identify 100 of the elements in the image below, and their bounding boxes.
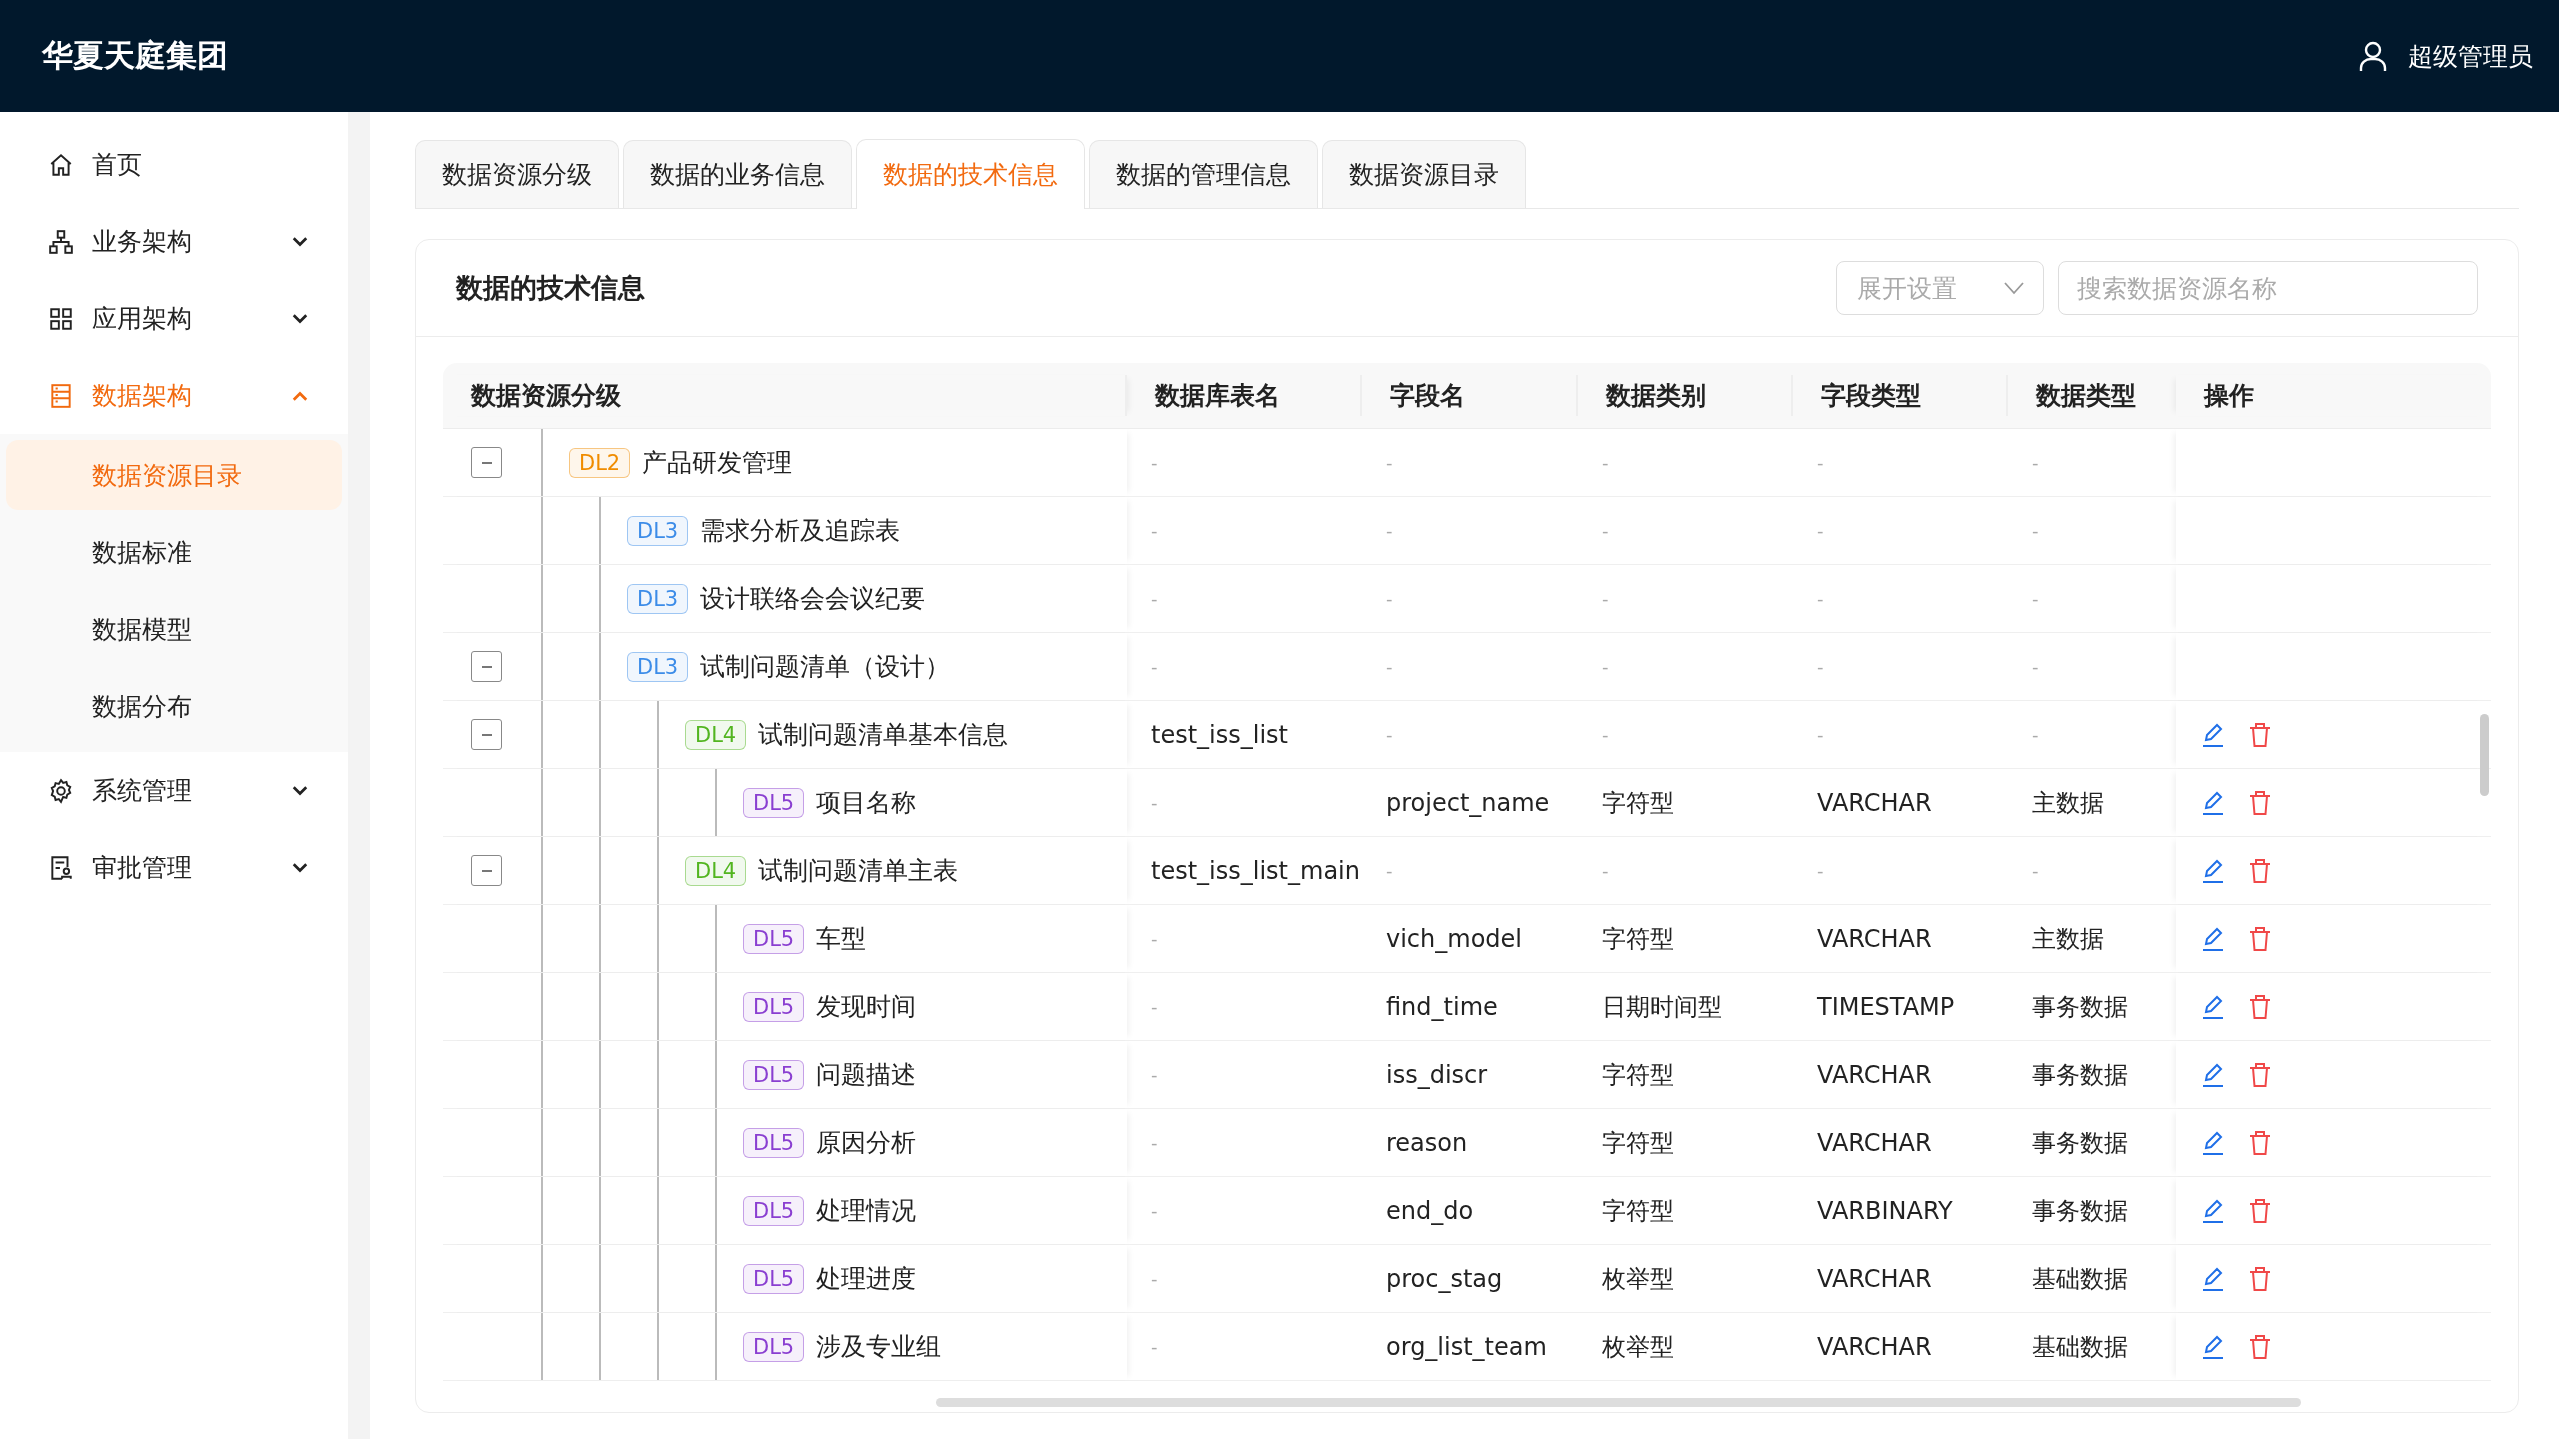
table-name-cell-text: - <box>1150 519 1159 543</box>
tab[interactable]: 数据的管理信息 <box>1089 140 1318 208</box>
level-tag: DL3 <box>627 515 689 546</box>
data-category-cell-text: 字符型 <box>1601 787 1675 819</box>
field-type-cell-text: VARCHAR <box>1816 1059 1933 1091</box>
edit-icon[interactable] <box>2200 993 2226 1020</box>
delete-icon[interactable] <box>2248 857 2272 884</box>
field-name-cell-text: - <box>1385 859 1394 883</box>
delete-icon[interactable] <box>2248 1061 2272 1088</box>
level-tag: DL5 <box>743 1195 805 1226</box>
column-header: 数据类型 <box>2035 380 2137 412</box>
tab[interactable]: 数据的业务信息 <box>623 140 852 208</box>
nav-item[interactable]: 首页 <box>0 126 348 203</box>
resource-name: 涉及专业组 <box>816 1331 942 1363</box>
level-tag: DL4 <box>685 855 747 886</box>
level-tag: DL5 <box>743 991 805 1022</box>
resource-name: 原因分析 <box>816 1127 917 1159</box>
company-name: 华夏天庭集团 <box>42 36 228 75</box>
scrollbar[interactable] <box>2480 714 2489 796</box>
hierarchy-icon <box>48 228 74 255</box>
resource-name: 产品研发管理 <box>642 447 793 479</box>
table-name-cell-text: test_iss_list_main <box>1150 855 1361 887</box>
level-tag: DL5 <box>743 923 805 954</box>
submenu-item[interactable]: 数据模型 <box>6 594 342 664</box>
field-name-cell-text: - <box>1385 723 1394 747</box>
level-tag: DL5 <box>743 1127 805 1158</box>
submenu-item[interactable]: 数据标准 <box>6 517 342 587</box>
edit-icon[interactable] <box>2200 925 2226 952</box>
resource-name: 问题描述 <box>816 1059 917 1091</box>
field-type-cell-text: - <box>1816 655 1825 679</box>
column-header: 数据资源分级 <box>443 375 1127 416</box>
table-name-cell-text: - <box>1150 655 1159 679</box>
collapse-toggle[interactable] <box>471 651 502 682</box>
nav-item[interactable]: 审批管理 <box>0 829 348 906</box>
resource-name: 需求分析及追踪表 <box>700 515 901 547</box>
data-type-cell-text: 主数据 <box>2031 923 2105 955</box>
search-field[interactable]: 搜索数据资源名称 <box>2058 261 2478 315</box>
field-type-cell-text: VARCHAR <box>1816 923 1933 955</box>
edit-icon[interactable] <box>2200 1129 2226 1156</box>
data-category-cell-text: - <box>1601 587 1610 611</box>
data-type-cell-text: 事务数据 <box>2031 991 2129 1023</box>
data-type-cell-text: - <box>2031 655 2040 679</box>
table-name-cell-text: - <box>1150 451 1159 475</box>
table-name-cell-text: - <box>1150 927 1159 951</box>
delete-icon[interactable] <box>2248 1265 2272 1292</box>
minus-icon <box>480 733 493 736</box>
nav-item[interactable]: 应用架构 <box>0 280 348 357</box>
delete-icon[interactable] <box>2248 1197 2272 1224</box>
delete-icon[interactable] <box>2248 1333 2272 1360</box>
chevron-icon <box>2003 281 2025 295</box>
edit-icon[interactable] <box>2200 1197 2226 1224</box>
user-name[interactable]: 超级管理员 <box>2408 39 2533 73</box>
data-type-cell-text: 基础数据 <box>2031 1263 2129 1295</box>
data-type-cell-text: - <box>2031 723 2040 747</box>
data-type-cell-text: - <box>2031 859 2040 883</box>
table-name-cell-text: test_iss_list <box>1150 719 1289 751</box>
delete-icon[interactable] <box>2248 993 2272 1020</box>
collapse-toggle[interactable] <box>471 447 502 478</box>
edit-icon[interactable] <box>2200 789 2226 816</box>
data-category-cell-text: 字符型 <box>1601 1059 1675 1091</box>
table-name-cell-text: - <box>1150 1063 1159 1087</box>
scrollbar[interactable] <box>936 1398 2301 1407</box>
grid-icon <box>48 305 74 332</box>
resource-name: 设计联络会会议纪要 <box>700 583 926 615</box>
edit-icon[interactable] <box>2200 721 2226 748</box>
field-name-cell-text: org_list_team <box>1385 1331 1548 1363</box>
collapse-toggle[interactable] <box>471 719 502 750</box>
edit-icon[interactable] <box>2200 1333 2226 1360</box>
user-icon[interactable] <box>2358 40 2388 72</box>
delete-icon[interactable] <box>2248 721 2272 748</box>
field-name-cell-text: - <box>1385 655 1394 679</box>
collapse-toggle[interactable] <box>471 855 502 886</box>
tab[interactable]: 数据资源目录 <box>1322 140 1526 208</box>
data-type-cell-text: - <box>2031 451 2040 475</box>
data-type-cell-text: - <box>2031 587 2040 611</box>
table-name-cell-text: - <box>1150 1199 1159 1223</box>
data-category-cell-text: - <box>1601 451 1610 475</box>
field-name-cell-text: - <box>1385 519 1394 543</box>
delete-icon[interactable] <box>2248 925 2272 952</box>
field-type-cell-text: - <box>1816 723 1825 747</box>
nav-item[interactable]: 系统管理 <box>0 752 348 829</box>
document-icon <box>48 854 74 881</box>
edit-icon[interactable] <box>2200 857 2226 884</box>
nav-item[interactable]: 业务架构 <box>0 203 348 280</box>
resource-name: 发现时间 <box>816 991 917 1023</box>
delete-icon[interactable] <box>2248 1129 2272 1156</box>
edit-icon[interactable] <box>2200 1061 2226 1088</box>
data-category-cell-text: 枚举型 <box>1601 1263 1675 1295</box>
column-header: 操作 <box>2176 375 2491 416</box>
settings-icon <box>48 777 74 804</box>
level-tag: DL3 <box>627 651 689 682</box>
tab[interactable]: 数据资源分级 <box>415 140 619 208</box>
table-name-cell-text: - <box>1150 1131 1159 1155</box>
resource-name: 试制问题清单基本信息 <box>758 719 1009 751</box>
field-type-cell-text: VARCHAR <box>1816 1263 1933 1295</box>
panel-title: 数据的技术信息 <box>456 271 645 305</box>
submenu-item[interactable]: 数据分布 <box>6 671 342 741</box>
delete-icon[interactable] <box>2248 789 2272 816</box>
edit-icon[interactable] <box>2200 1265 2226 1292</box>
column-header: 数据类别 <box>1578 375 1793 416</box>
